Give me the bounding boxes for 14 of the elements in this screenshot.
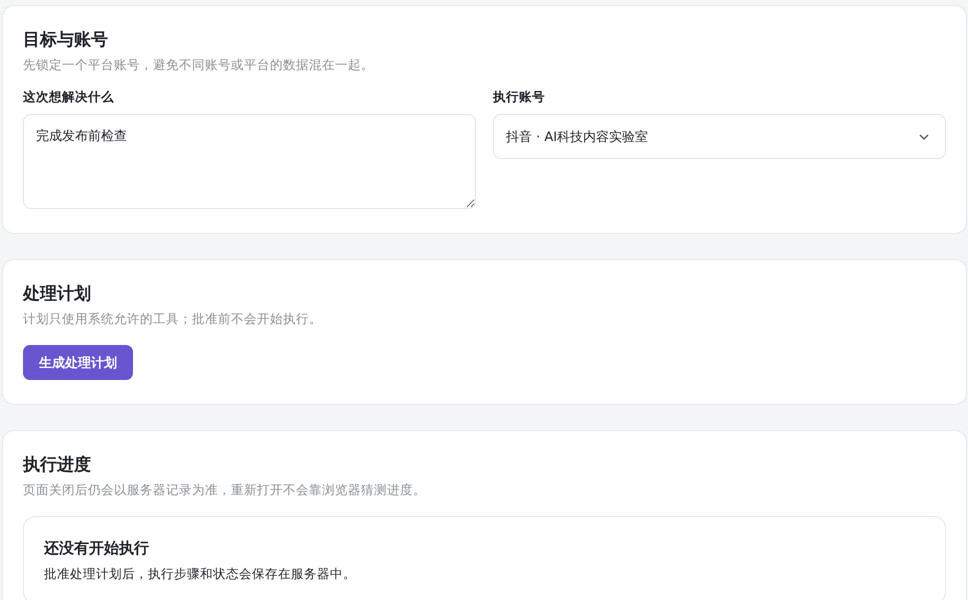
section-description: 页面关闭后仍会以服务器记录为准，重新打开不会靠浏览器猜测进度。 [23, 481, 427, 499]
section-title: 目标与账号 [23, 29, 109, 52]
section-description: 先锁定一个平台账号，避免不同账号或平台的数据混在一起。 [23, 56, 375, 74]
chevron-down-icon [919, 134, 929, 140]
section-title: 执行进度 [23, 454, 92, 477]
field-label: 执行账号 [493, 88, 546, 106]
field-label: 这次想解决什么 [23, 88, 115, 106]
section-title: 处理计划 [23, 283, 92, 306]
section-description: 计划只使用系统允许的工具；批准前不会开始执行。 [23, 310, 323, 328]
generate-plan-button[interactable]: 生成处理计划 [23, 345, 133, 380]
empty-state-title: 还没有开始执行 [44, 538, 150, 559]
empty-state-description: 批准处理计划后，执行步骤和状态会保存在服务器中。 [44, 565, 357, 583]
goal-input-field[interactable]: 完成发布前检查 [23, 114, 476, 209]
account-select[interactable]: 抖音 · AI科技内容实验室 [493, 114, 946, 159]
